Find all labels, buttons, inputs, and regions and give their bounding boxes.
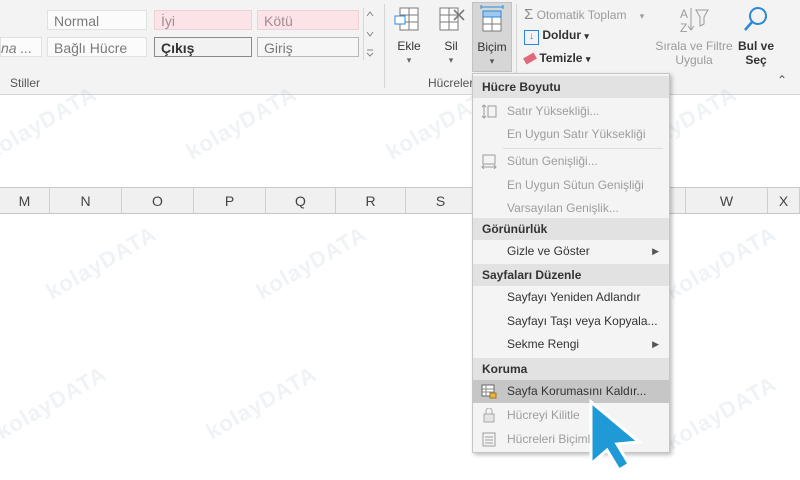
style-giris[interactable]: Giriş xyxy=(257,37,359,57)
clear-button[interactable]: Temizle ▾ xyxy=(523,51,591,65)
menu-item-label: Sayfayı Yeniden Adlandır xyxy=(507,290,641,304)
menu-item-tab-color[interactable]: Sekme Rengi ▶ xyxy=(473,333,669,356)
menu-section-protection: Koruma xyxy=(473,358,669,380)
chevron-down-icon: ▾ xyxy=(585,54,591,64)
format-cells-icon xyxy=(480,5,504,32)
menu-item-move-copy-sheet[interactable]: Sayfayı Taşı veya Kopyala... xyxy=(473,310,669,333)
group-label-cells: Hücreler xyxy=(428,76,474,90)
separator xyxy=(384,4,385,88)
find-select-label-2: Seç xyxy=(745,53,767,67)
chevron-down-icon: ▾ xyxy=(584,31,589,41)
watermark: kolayDATA xyxy=(251,220,371,305)
row-height-icon xyxy=(481,104,497,119)
menu-separator xyxy=(503,148,663,149)
menu-item-autofit-row[interactable]: En Uygun Satır Yüksekliği xyxy=(473,123,669,146)
menu-item-row-height[interactable]: Satır Yüksekliği... xyxy=(473,100,669,123)
watermark: kolayDATA xyxy=(661,220,781,305)
style-iyi[interactable]: İyi xyxy=(154,10,252,30)
format-cells-small-icon xyxy=(482,432,496,447)
fill-label: Doldur xyxy=(542,28,582,42)
style-cikis[interactable]: Çıkış xyxy=(154,37,252,57)
collapse-ribbon-icon[interactable]: ⌃ xyxy=(777,73,787,87)
menu-item-label: Satır Yüksekliği... xyxy=(507,104,600,118)
svg-text:A: A xyxy=(680,7,688,21)
delete-button[interactable]: Sil ▾ xyxy=(433,4,469,67)
format-dropdown-menu: Hücre Boyutu Satır Yüksekliği... En Uygu… xyxy=(472,73,670,453)
column-header[interactable]: S xyxy=(406,188,476,213)
menu-section-cell-size: Hücre Boyutu xyxy=(473,76,669,98)
sort-filter-label-2: Uygula xyxy=(675,53,713,67)
menu-item-label: En Uygun Satır Yüksekliği xyxy=(507,127,646,141)
pointer-cursor-icon xyxy=(589,398,643,472)
autosum-button[interactable]: Σ Otomatik Toplam ▾ xyxy=(524,6,644,23)
format-button[interactable]: Biçim ▾ xyxy=(472,2,512,72)
insert-button[interactable]: Ekle ▾ xyxy=(390,4,428,67)
fill-button[interactable]: ↓ Doldur ▾ xyxy=(524,28,589,45)
insert-label: Ekle xyxy=(397,39,421,53)
sort-filter-label-1: Sırala ve Filtre xyxy=(655,39,733,53)
gallery-arrows-icon xyxy=(366,11,374,57)
chevron-down-icon: ▾ xyxy=(489,56,495,66)
menu-item-column-width[interactable]: Sütun Genişliği... xyxy=(473,150,669,173)
menu-item-hide-unhide[interactable]: Gizle ve Göster ▶ xyxy=(473,240,669,263)
delete-cells-icon xyxy=(439,7,465,31)
column-header[interactable]: R xyxy=(336,188,406,213)
chevron-down-icon: ▾ xyxy=(639,11,645,21)
menu-item-rename-sheet[interactable]: Sayfayı Yeniden Adlandır xyxy=(473,286,669,309)
insert-cells-icon xyxy=(394,7,419,31)
menu-item-default-width[interactable]: Varsayılan Genişlik... xyxy=(473,197,669,220)
group-label-styles: Stiller xyxy=(10,76,41,90)
menu-item-label: Sayfayı Taşı veya Kopyala... xyxy=(507,314,658,328)
chevron-right-icon: ▶ xyxy=(652,339,659,349)
menu-item-label: Varsayılan Genişlik... xyxy=(507,201,619,215)
fill-down-icon: ↓ xyxy=(524,30,539,45)
menu-item-label: Sayfa Korumasını Kaldır... xyxy=(507,384,647,398)
column-header[interactable]: Q xyxy=(266,188,336,213)
menu-item-autofit-column[interactable]: En Uygun Sütun Genişliği xyxy=(473,174,669,197)
menu-item-label: Hücreyi Kilitle xyxy=(507,408,580,422)
menu-section-visibility: Görünürlük xyxy=(473,218,669,240)
sigma-icon: Σ xyxy=(524,6,534,23)
column-headers: M N O P Q R S T V W X xyxy=(0,187,800,214)
column-header[interactable]: P xyxy=(194,188,266,213)
column-header[interactable]: W xyxy=(686,188,768,213)
style-bagli-hucre[interactable]: Bağlı Hücre xyxy=(47,37,147,57)
chevron-down-icon: ▾ xyxy=(406,55,412,65)
style-normal[interactable]: Normal xyxy=(47,10,147,30)
autosum-label: Otomatik Toplam xyxy=(536,8,627,22)
column-header[interactable]: X xyxy=(768,188,800,213)
watermark: kolayDATA xyxy=(201,360,321,445)
lock-icon xyxy=(483,408,495,423)
menu-item-label: En Uygun Sütun Genişliği xyxy=(507,178,644,192)
eraser-icon xyxy=(523,52,537,65)
unprotect-sheet-icon xyxy=(481,384,497,399)
find-select-button[interactable]: Bul ve Seç xyxy=(736,4,776,67)
find-select-label-1: Bul ve xyxy=(737,39,774,53)
menu-item-label: Sütun Genişliği... xyxy=(507,154,598,168)
sort-filter-icon: A Z xyxy=(680,7,709,35)
menu-section-organize: Sayfaları Düzenle xyxy=(473,264,669,286)
style-partial[interactable]: na ... xyxy=(0,37,42,57)
column-header[interactable]: M xyxy=(0,188,50,213)
style-kotu[interactable]: Kötü xyxy=(257,10,359,30)
clear-label: Temizle xyxy=(539,51,583,65)
column-header[interactable]: N xyxy=(50,188,122,213)
chevron-right-icon: ▶ xyxy=(652,246,659,256)
search-icon xyxy=(744,7,767,31)
menu-item-label: Sekme Rengi xyxy=(507,337,580,351)
format-label: Biçim xyxy=(477,40,507,54)
column-width-icon xyxy=(481,154,497,169)
watermark: kolayDATA xyxy=(41,220,161,305)
chevron-down-icon: ▾ xyxy=(448,55,454,65)
column-header[interactable]: O xyxy=(122,188,194,213)
delete-label: Sil xyxy=(444,39,458,53)
sort-filter-button[interactable]: A Z Sırala ve Filtre Uygula xyxy=(654,4,734,67)
watermark: kolayDATA xyxy=(661,370,781,455)
watermark: kolayDATA xyxy=(0,360,111,445)
gallery-scroll[interactable] xyxy=(363,8,376,60)
menu-item-label: Gizle ve Göster xyxy=(507,244,590,258)
svg-text:Z: Z xyxy=(680,21,687,35)
ribbon: Normal İyi Kötü na ... Bağlı Hücre Çıkış… xyxy=(0,0,800,95)
